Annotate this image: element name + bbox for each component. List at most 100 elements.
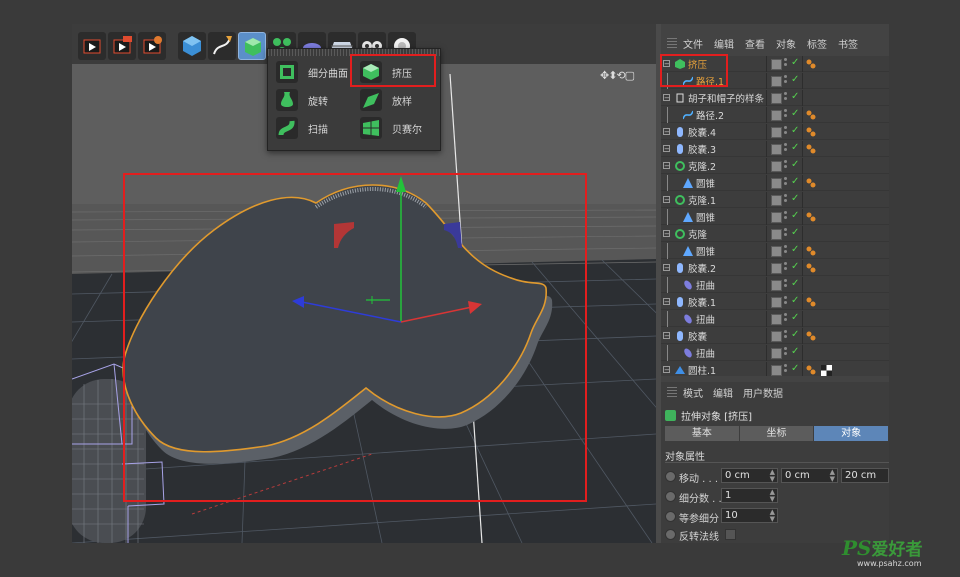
visibility-dots-icon[interactable] xyxy=(784,313,787,325)
expand-toggle-icon[interactable]: − xyxy=(663,230,670,238)
visibility-dots-icon[interactable] xyxy=(784,126,787,138)
visibility-dots-icon[interactable] xyxy=(784,296,787,308)
layer-swatch-icon[interactable] xyxy=(771,246,782,257)
object-row[interactable]: − 圆柱.1 ✓ xyxy=(661,362,889,376)
phong-tag-icon[interactable] xyxy=(806,110,817,121)
layer-swatch-icon[interactable] xyxy=(771,348,782,359)
panel-grip-icon[interactable] xyxy=(667,38,677,48)
expand-toggle-icon[interactable]: − xyxy=(663,332,670,340)
viewport-nav-icons[interactable]: ✥⬍⟲▢ xyxy=(600,69,635,82)
object-row[interactable]: − 胶囊.1 ✓ xyxy=(661,294,889,310)
popup-item-bezier[interactable]: 贝赛尔 xyxy=(360,115,422,141)
visibility-dots-icon[interactable] xyxy=(784,143,787,155)
layer-swatch-icon[interactable] xyxy=(771,110,782,121)
layer-swatch-icon[interactable] xyxy=(771,365,782,376)
object-row[interactable]: 路径.2 ✓ xyxy=(661,107,889,123)
object-row[interactable]: − 克隆.2 ✓ xyxy=(661,158,889,174)
enabled-check-icon[interactable]: ✓ xyxy=(791,210,799,221)
phong-tag-icon[interactable] xyxy=(806,297,817,308)
enabled-check-icon[interactable]: ✓ xyxy=(791,91,799,102)
expand-toggle-icon[interactable]: − xyxy=(663,298,670,306)
object-row[interactable]: − 克隆 ✓ xyxy=(661,226,889,242)
enabled-check-icon[interactable]: ✓ xyxy=(791,74,799,85)
enabled-check-icon[interactable]: ✓ xyxy=(791,142,799,153)
attr-menu-mode[interactable]: 模式 xyxy=(683,385,703,400)
animate-radio[interactable] xyxy=(665,511,676,522)
3d-viewport[interactable]: ✥⬍⟲▢ 细分曲面 挤压 旋转 放样 扫描 贝赛尔 xyxy=(72,24,656,543)
expand-toggle-icon[interactable]: − xyxy=(663,145,670,153)
object-row[interactable]: 扭曲 ✓ xyxy=(661,311,889,327)
visibility-dots-icon[interactable] xyxy=(784,58,787,70)
phong-tag-icon[interactable] xyxy=(806,263,817,274)
enabled-check-icon[interactable]: ✓ xyxy=(791,193,799,204)
animate-radio[interactable] xyxy=(665,529,676,540)
generator-nurbs-button[interactable] xyxy=(238,32,266,60)
expand-toggle-icon[interactable]: − xyxy=(663,94,670,102)
phong-tag-icon[interactable] xyxy=(806,365,817,376)
menu-bookmarks[interactable]: 书签 xyxy=(838,36,858,51)
object-row[interactable]: − 胶囊.3 ✓ xyxy=(661,141,889,157)
layer-swatch-icon[interactable] xyxy=(771,161,782,172)
move-y-field[interactable]: 0 cm ▲ ▼ xyxy=(781,468,838,483)
menu-edit[interactable]: 编辑 xyxy=(714,36,734,51)
tab-basic[interactable]: 基本 xyxy=(665,426,740,441)
popup-item-loft[interactable]: 放样 xyxy=(360,87,412,113)
visibility-dots-icon[interactable] xyxy=(784,262,787,274)
attr-menu-userdata[interactable]: 用户数据 xyxy=(743,385,783,400)
layer-swatch-icon[interactable] xyxy=(771,280,782,291)
object-row[interactable]: − 胶囊 ✓ xyxy=(661,328,889,344)
visibility-dots-icon[interactable] xyxy=(784,211,787,223)
attr-grip-icon[interactable] xyxy=(667,387,677,397)
object-row[interactable]: 扭曲 ✓ xyxy=(661,345,889,361)
object-row[interactable]: − 克隆.1 ✓ xyxy=(661,192,889,208)
phong-tag-icon[interactable] xyxy=(806,59,817,70)
enabled-check-icon[interactable]: ✓ xyxy=(791,278,799,289)
subdiv-field[interactable]: 1 ▲ ▼ xyxy=(721,488,778,503)
layer-swatch-icon[interactable] xyxy=(771,59,782,70)
enabled-check-icon[interactable]: ✓ xyxy=(791,295,799,306)
layer-swatch-icon[interactable] xyxy=(771,212,782,223)
pen-spline-button[interactable] xyxy=(208,32,236,60)
enabled-check-icon[interactable]: ✓ xyxy=(791,346,799,357)
layer-swatch-icon[interactable] xyxy=(771,144,782,155)
expand-toggle-icon[interactable]: − xyxy=(663,196,670,204)
expand-toggle-icon[interactable]: − xyxy=(663,162,670,170)
enabled-check-icon[interactable]: ✓ xyxy=(791,244,799,255)
visibility-dots-icon[interactable] xyxy=(784,75,787,87)
attr-menu-edit[interactable]: 编辑 xyxy=(713,385,733,400)
visibility-dots-icon[interactable] xyxy=(784,177,787,189)
layer-swatch-icon[interactable] xyxy=(771,229,782,240)
enabled-check-icon[interactable]: ✓ xyxy=(791,57,799,68)
object-row[interactable]: 圆锥 ✓ xyxy=(661,209,889,225)
flip-normals-checkbox[interactable] xyxy=(725,529,736,540)
expand-toggle-icon[interactable]: − xyxy=(663,264,670,272)
popup-item-subdivision-surface[interactable]: 细分曲面 xyxy=(276,59,348,85)
animate-radio[interactable] xyxy=(665,471,676,482)
render-view-button[interactable] xyxy=(78,32,106,60)
layer-swatch-icon[interactable] xyxy=(771,314,782,325)
cube-primitive-button[interactable] xyxy=(178,32,206,60)
visibility-dots-icon[interactable] xyxy=(784,245,787,257)
visibility-dots-icon[interactable] xyxy=(784,330,787,342)
move-x-field[interactable]: 0 cm ▲ ▼ xyxy=(721,468,778,483)
layer-swatch-icon[interactable] xyxy=(771,76,782,87)
menu-file[interactable]: 文件 xyxy=(683,36,703,51)
visibility-dots-icon[interactable] xyxy=(784,228,787,240)
tab-object[interactable]: 对象 xyxy=(814,426,890,441)
object-row[interactable]: − 胶囊.4 ✓ xyxy=(661,124,889,140)
layer-swatch-icon[interactable] xyxy=(771,195,782,206)
layer-swatch-icon[interactable] xyxy=(771,178,782,189)
layer-swatch-icon[interactable] xyxy=(771,263,782,274)
object-row[interactable]: − 胡子和帽子的样条 ✓ xyxy=(661,90,889,106)
render-settings-button[interactable] xyxy=(138,32,166,60)
menu-view[interactable]: 查看 xyxy=(745,36,765,51)
animate-radio[interactable] xyxy=(665,491,676,502)
visibility-dots-icon[interactable] xyxy=(784,279,787,291)
layer-swatch-icon[interactable] xyxy=(771,93,782,104)
layer-swatch-icon[interactable] xyxy=(771,297,782,308)
enabled-check-icon[interactable]: ✓ xyxy=(791,363,799,374)
popup-item-sweep[interactable]: 扫描 xyxy=(276,115,328,141)
enabled-check-icon[interactable]: ✓ xyxy=(791,312,799,323)
phong-tag-icon[interactable] xyxy=(806,331,817,342)
object-row[interactable]: 圆锥 ✓ xyxy=(661,243,889,259)
